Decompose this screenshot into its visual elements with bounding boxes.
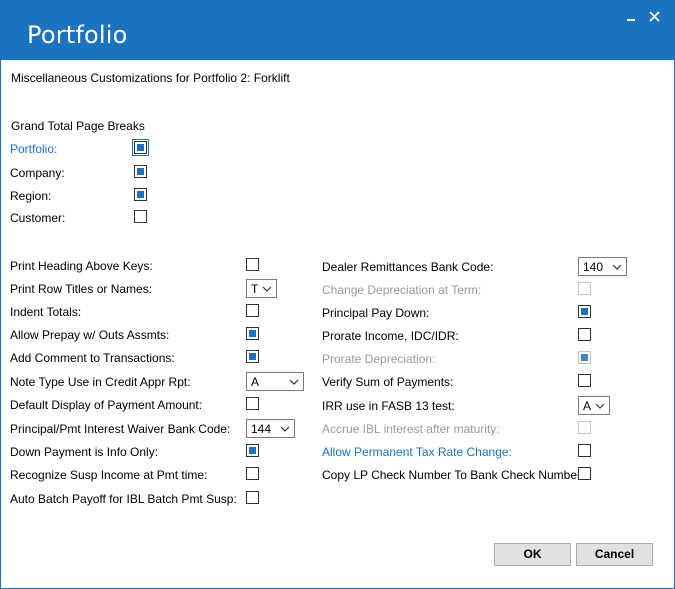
note-type-select[interactable]: A bbox=[246, 372, 304, 391]
customer-break-label: Customer: bbox=[10, 211, 66, 225]
recognize-susp-label: Recognize Susp Income at Pmt time: bbox=[10, 468, 208, 482]
default-display-label: Default Display of Payment Amount: bbox=[10, 398, 203, 412]
dealer-remittances-select[interactable]: 140 bbox=[578, 257, 627, 276]
prorate-depreciation-label: Prorate Depreciation: bbox=[322, 352, 436, 366]
verify-sum-label: Verify Sum of Payments: bbox=[322, 375, 454, 389]
close-icon[interactable] bbox=[647, 9, 663, 25]
irr-use-select[interactable]: A bbox=[578, 396, 610, 415]
allow-permanent-tax-checkbox[interactable] bbox=[578, 444, 591, 457]
customer-break-checkbox[interactable] bbox=[134, 210, 147, 223]
allow-permanent-tax-label: Allow Permanent Tax Rate Change: bbox=[322, 445, 512, 459]
print-heading-label: Print Heading Above Keys: bbox=[10, 259, 153, 273]
portfolio-break-label: Portfolio: bbox=[10, 142, 58, 156]
print-row-titles-label: Print Row Titles or Names: bbox=[10, 282, 153, 296]
dialog-window: Portfolio Miscellaneous Customizations f… bbox=[0, 0, 675, 589]
allow-prepay-checkbox[interactable] bbox=[246, 327, 259, 340]
down-payment-checkbox[interactable] bbox=[246, 444, 259, 457]
note-type-value: A bbox=[251, 375, 260, 389]
allow-prepay-label: Allow Prepay w/ Outs Assmts: bbox=[10, 328, 170, 342]
print-row-titles-value: T bbox=[251, 282, 259, 296]
indent-totals-checkbox[interactable] bbox=[246, 304, 259, 317]
indent-totals-label: Indent Totals: bbox=[10, 305, 82, 319]
auto-batch-checkbox[interactable] bbox=[246, 491, 259, 504]
add-comment-label: Add Comment to Transactions: bbox=[10, 351, 175, 365]
chevron-down-icon bbox=[289, 379, 299, 385]
window-title: Portfolio bbox=[27, 21, 128, 49]
waiver-bank-code-value: 144 bbox=[251, 422, 272, 436]
cancel-button[interactable]: Cancel bbox=[576, 543, 653, 566]
change-depreciation-checkbox bbox=[578, 282, 591, 295]
title-bar: Portfolio bbox=[1, 1, 674, 60]
chevron-down-icon bbox=[262, 286, 272, 292]
print-row-titles-select[interactable]: T bbox=[246, 279, 277, 298]
add-comment-checkbox[interactable] bbox=[246, 350, 259, 363]
note-type-label: Note Type Use in Credit Appr Rpt: bbox=[10, 375, 191, 389]
copy-lp-check-label: Copy LP Check Number To Bank Check Numbe… bbox=[322, 468, 585, 482]
region-break-checkbox[interactable] bbox=[134, 188, 147, 201]
default-display-checkbox[interactable] bbox=[246, 397, 259, 410]
waiver-bank-code-select[interactable]: 144 bbox=[246, 419, 295, 438]
change-depreciation-label: Change Depreciation at Term: bbox=[322, 283, 482, 297]
portfolio-break-checkbox[interactable] bbox=[132, 139, 149, 156]
page-breaks-heading: Grand Total Page Breaks bbox=[11, 119, 145, 133]
accrue-ibl-label: Accrue IBL interest after maturity: bbox=[322, 422, 500, 436]
verify-sum-checkbox[interactable] bbox=[578, 374, 591, 387]
dialog-subtitle: Miscellaneous Customizations for Portfol… bbox=[11, 71, 290, 85]
dealer-remittances-label: Dealer Remittances Bank Code: bbox=[322, 260, 494, 274]
minimize-icon[interactable] bbox=[623, 9, 639, 25]
print-heading-checkbox[interactable] bbox=[246, 258, 259, 271]
company-break-checkbox[interactable] bbox=[134, 165, 147, 178]
chevron-down-icon bbox=[595, 403, 605, 409]
principal-pay-down-label: Principal Pay Down: bbox=[322, 306, 430, 320]
chevron-down-icon bbox=[280, 426, 290, 432]
chevron-down-icon bbox=[612, 264, 622, 270]
copy-lp-check-checkbox[interactable] bbox=[578, 467, 591, 480]
dealer-remittances-value: 140 bbox=[583, 260, 604, 274]
recognize-susp-checkbox[interactable] bbox=[246, 467, 259, 480]
region-break-label: Region: bbox=[10, 189, 52, 203]
irr-use-label: IRR use in FASB 13 test: bbox=[322, 399, 455, 413]
accrue-ibl-checkbox bbox=[578, 421, 591, 434]
irr-use-value: A bbox=[583, 399, 592, 413]
prorate-income-label: Prorate Income, IDC/IDR: bbox=[322, 329, 459, 343]
waiver-bank-code-label: Principal/Pmt Interest Waiver Bank Code: bbox=[10, 422, 231, 436]
principal-pay-down-checkbox[interactable] bbox=[578, 305, 591, 318]
company-break-label: Company: bbox=[10, 166, 65, 180]
auto-batch-label: Auto Batch Payoff for IBL Batch Pmt Susp… bbox=[10, 492, 237, 506]
down-payment-label: Down Payment is Info Only: bbox=[10, 445, 159, 459]
ok-button[interactable]: OK bbox=[494, 543, 571, 566]
prorate-income-checkbox[interactable] bbox=[578, 328, 591, 341]
prorate-depreciation-checkbox bbox=[578, 351, 591, 364]
